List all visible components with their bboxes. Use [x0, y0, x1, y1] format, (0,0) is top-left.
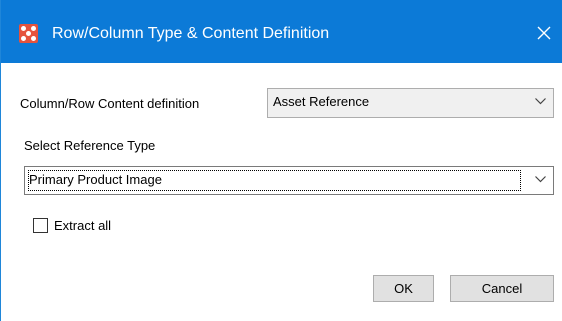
- content-definition-dropdown[interactable]: Asset Reference: [267, 88, 554, 118]
- chevron-down-icon: [535, 176, 546, 183]
- content-definition-label: Column/Row Content definition: [20, 96, 200, 111]
- close-icon: [537, 26, 551, 40]
- reference-type-value: Primary Product Image: [29, 172, 162, 187]
- chevron-down-icon: [535, 98, 546, 105]
- reference-type-dropdown[interactable]: Primary Product Image: [24, 166, 554, 195]
- cancel-button[interactable]: Cancel: [450, 275, 554, 302]
- extract-all-label[interactable]: Extract all: [54, 218, 111, 234]
- close-button[interactable]: [529, 18, 559, 48]
- dialog-window: Row/Column Type & Content Definition Col…: [0, 0, 562, 321]
- title-bar[interactable]: Row/Column Type & Content Definition: [1, 0, 562, 63]
- ok-button[interactable]: OK: [373, 275, 434, 302]
- app-grid-icon: [19, 24, 38, 43]
- extract-all-checkbox[interactable]: [33, 218, 48, 233]
- content-definition-value: Asset Reference: [273, 94, 370, 109]
- reference-type-label: Select Reference Type: [24, 138, 156, 153]
- dialog-title: Row/Column Type & Content Definition: [52, 25, 330, 42]
